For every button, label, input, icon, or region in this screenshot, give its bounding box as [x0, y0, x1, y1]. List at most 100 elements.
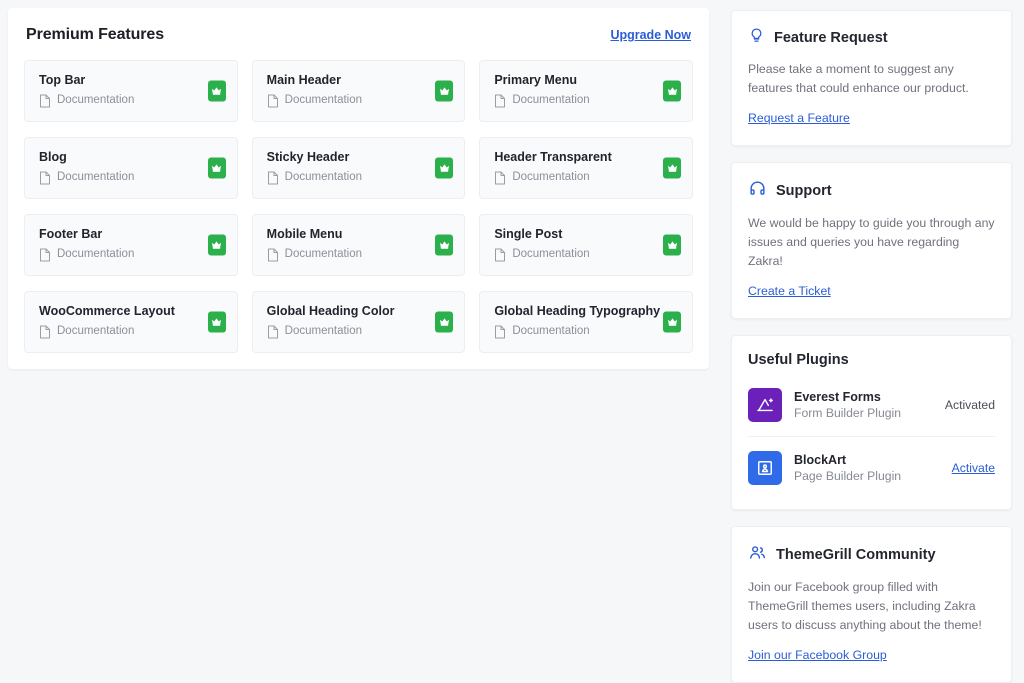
documentation-link[interactable]: Documentation: [267, 94, 451, 108]
documentation-link[interactable]: Documentation: [267, 171, 451, 185]
feature-card[interactable]: Global Heading Color Documentation: [252, 291, 466, 353]
document-icon: [39, 325, 51, 339]
documentation-link[interactable]: Documentation: [39, 248, 223, 262]
premium-crown-badge: [208, 158, 226, 179]
feature-request-body: Please take a moment to suggest any feat…: [748, 60, 995, 98]
feature-card-title: Global Heading Color: [267, 305, 451, 318]
premium-crown-badge: [208, 312, 226, 333]
documentation-link[interactable]: Documentation: [494, 171, 678, 185]
document-icon: [494, 248, 506, 262]
dashboard-page: Premium Features Upgrade Now Top BarDocu…: [0, 0, 1024, 642]
upgrade-now-link[interactable]: Upgrade Now: [610, 28, 691, 42]
feature-card[interactable]: WooCommerce Layout Documentation: [24, 291, 238, 353]
feature-request-card: Feature Request Please take a moment to …: [731, 10, 1012, 146]
documentation-link[interactable]: Documentation: [494, 94, 678, 108]
lightbulb-icon: [748, 27, 765, 49]
documentation-link[interactable]: Documentation: [494, 325, 678, 339]
feature-card-title: Header Transparent: [494, 151, 678, 164]
premium-crown-badge: [435, 312, 453, 333]
page-title: Premium Features: [26, 26, 164, 44]
documentation-label: Documentation: [57, 172, 134, 184]
plugin-subtitle: Page Builder Plugin: [794, 468, 940, 484]
feature-card-title: Blog: [39, 151, 223, 164]
document-icon: [267, 248, 279, 262]
document-icon: [494, 325, 506, 339]
plugin-subtitle: Form Builder Plugin: [794, 405, 933, 421]
document-icon: [494, 171, 506, 185]
headset-icon: [748, 179, 767, 203]
feature-card-title: Mobile Menu: [267, 228, 451, 241]
request-a-feature-link[interactable]: Request a Feature: [748, 111, 850, 125]
document-icon: [267, 325, 279, 339]
premium-features-panel: Premium Features Upgrade Now Top BarDocu…: [8, 8, 709, 369]
feature-card[interactable]: Header Transparent Documentation: [479, 137, 693, 199]
feature-request-title: Feature Request: [774, 30, 888, 46]
feature-card[interactable]: Footer Bar Documentation: [24, 214, 238, 276]
plugin-row: BlockArtPage Builder Plugin Activate: [748, 436, 995, 499]
plugin-list: Everest FormsForm Builder Plugin Activate…: [748, 374, 995, 499]
premium-crown-badge: [208, 235, 226, 256]
premium-crown-badge: [435, 235, 453, 256]
documentation-link[interactable]: Documentation: [39, 171, 223, 185]
documentation-label: Documentation: [57, 326, 134, 338]
documentation-link[interactable]: Documentation: [267, 325, 451, 339]
documentation-link[interactable]: Documentation: [39, 325, 223, 339]
feature-card[interactable]: Global Heading Typography Documentation: [479, 291, 693, 353]
blockart-icon: [748, 451, 782, 485]
support-title: Support: [776, 183, 832, 199]
plugin-meta: BlockArtPage Builder Plugin: [794, 452, 940, 485]
documentation-label: Documentation: [512, 249, 589, 261]
plugin-name: Everest Forms: [794, 389, 933, 406]
feature-card-title: Sticky Header: [267, 151, 451, 164]
premium-crown-badge: [435, 158, 453, 179]
documentation-label: Documentation: [512, 172, 589, 184]
documentation-link[interactable]: Documentation: [267, 248, 451, 262]
feature-card-grid: Top BarDocumentation Main Header Documenta…: [20, 60, 697, 353]
feature-card[interactable]: Mobile Menu Documentation: [252, 214, 466, 276]
premium-crown-badge: [663, 235, 681, 256]
create-a-ticket-link[interactable]: Create a Ticket: [748, 284, 831, 298]
support-card: Support We would be happy to guide you t…: [731, 162, 1012, 319]
support-header: Support: [748, 179, 995, 203]
people-icon: [748, 543, 767, 567]
feature-card[interactable]: Single PostDocumentation: [479, 214, 693, 276]
plugin-name: BlockArt: [794, 452, 940, 469]
documentation-label: Documentation: [285, 95, 362, 107]
feature-card[interactable]: Blog Documentation: [24, 137, 238, 199]
community-body: Join our Facebook group filled with Them…: [748, 578, 995, 635]
document-icon: [39, 248, 51, 262]
documentation-label: Documentation: [512, 95, 589, 107]
everest-forms-icon: [748, 388, 782, 422]
premium-crown-badge: [208, 81, 226, 102]
sidebar: Feature Request Please take a moment to …: [731, 8, 1012, 683]
useful-plugins-title: Useful Plugins: [748, 352, 995, 368]
community-title: ThemeGrill Community: [776, 547, 936, 563]
documentation-label: Documentation: [285, 249, 362, 261]
feature-card-title: Primary Menu: [494, 74, 678, 87]
documentation-link[interactable]: Documentation: [494, 248, 678, 262]
document-icon: [267, 171, 279, 185]
documentation-label: Documentation: [512, 326, 589, 338]
feature-card[interactable]: Primary Menu Documentation: [479, 60, 693, 122]
feature-card-title: Footer Bar: [39, 228, 223, 241]
feature-request-header: Feature Request: [748, 27, 995, 49]
premium-crown-badge: [663, 312, 681, 333]
feature-card-title: Main Header: [267, 74, 451, 87]
feature-card[interactable]: Main Header Documentation: [252, 60, 466, 122]
feature-card[interactable]: Top BarDocumentation: [24, 60, 238, 122]
feature-card-title: WooCommerce Layout: [39, 305, 223, 318]
document-icon: [39, 171, 51, 185]
document-icon: [267, 94, 279, 108]
panel-header: Premium Features Upgrade Now: [20, 26, 697, 60]
feature-card[interactable]: Sticky Header Documentation: [252, 137, 466, 199]
documentation-label: Documentation: [285, 172, 362, 184]
plugin-activate-link[interactable]: Activate: [952, 461, 995, 475]
plugin-row: Everest FormsForm Builder PluginActivate…: [748, 374, 995, 436]
documentation-label: Documentation: [285, 326, 362, 338]
document-icon: [494, 94, 506, 108]
documentation-link[interactable]: Documentation: [39, 94, 223, 108]
documentation-label: Documentation: [57, 249, 134, 261]
join-facebook-group-link[interactable]: Join our Facebook Group: [748, 648, 887, 662]
document-icon: [39, 94, 51, 108]
feature-card-title: Global Heading Typography: [494, 305, 678, 318]
